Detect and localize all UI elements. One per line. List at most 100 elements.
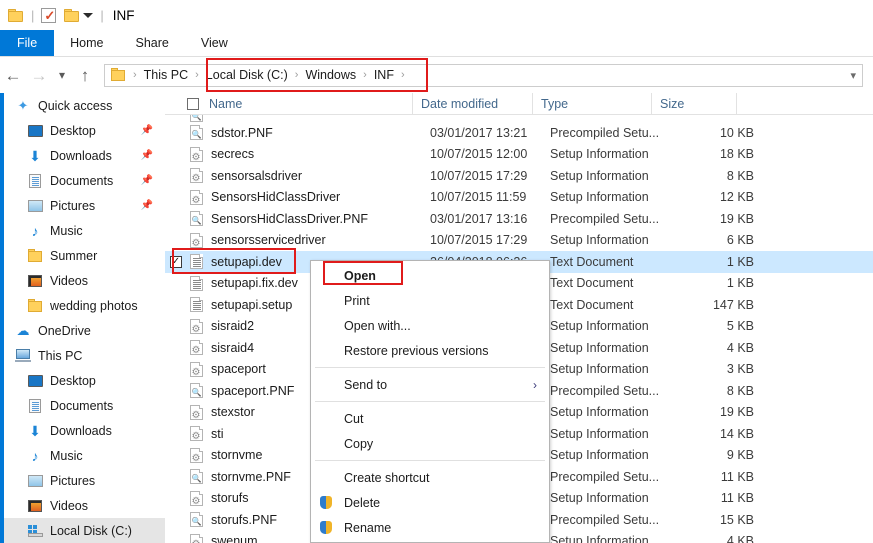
pnf-file-icon [187, 115, 205, 122]
recent-locations-icon[interactable]: ▾ [52, 69, 72, 81]
file-size: 9 KB [669, 448, 754, 462]
sidebar-item-desktop[interactable]: Desktop📌 [4, 118, 165, 143]
file-size: 5 KB [669, 319, 754, 333]
pin-icon[interactable]: 📌 [141, 175, 153, 186]
pin-icon[interactable]: 📌 [141, 125, 153, 136]
breadcrumb-local-disk[interactable]: Local Disk (C:) [204, 68, 290, 82]
properties-icon[interactable]: ✓ [41, 8, 56, 23]
menu-item-open-with[interactable]: Open with... [311, 313, 549, 338]
chevron-down-icon[interactable]: ▾ [850, 69, 856, 82]
documents-icon [26, 174, 44, 188]
menu-item-label: Open [344, 269, 376, 283]
column-header-name[interactable]: Name [165, 93, 412, 115]
new-folder-icon[interactable] [64, 9, 80, 22]
sidebar-item-label: wedding photos [50, 299, 165, 313]
context-menu: Open Print Open with...Restore previous ve… [310, 260, 550, 543]
table-row[interactable]: sensorsservicedriver10/07/2015 17:29Setu… [165, 230, 873, 252]
inf-file-icon [187, 448, 205, 463]
row-checkbox[interactable]: ✓ [170, 256, 182, 268]
row-checkbox-wrap: ✓ [165, 256, 187, 268]
menu-item-label: Rename [344, 521, 391, 535]
file-type: Text Document [550, 298, 669, 312]
select-all-checkbox[interactable] [187, 98, 199, 110]
this-pc-icon [14, 349, 32, 362]
breadcrumb-inf[interactable]: INF [372, 68, 396, 82]
crumb-separator: › [358, 69, 372, 81]
sidebar-item-music[interactable]: ♪Music [4, 443, 165, 468]
table-row[interactable]: SensorsHidClassDriver10/07/2015 11:59Set… [165, 187, 873, 209]
folder-icon [26, 250, 44, 262]
sidebar-item-label: Summer [50, 249, 165, 263]
sidebar-item-label: Quick access [38, 99, 165, 113]
file-name: sensorsservicedriver [205, 233, 430, 247]
breadcrumb-windows[interactable]: Windows [303, 68, 358, 82]
table-row[interactable] [165, 115, 873, 122]
sidebar-item-this-pc[interactable]: This PC [4, 343, 165, 368]
menu-item-restore-previous-versions[interactable]: Restore previous versions [311, 338, 549, 363]
folder-icon [26, 300, 44, 312]
file-type: Precompiled Setu... [550, 470, 669, 484]
sidebar-item-downloads[interactable]: ⬇Downloads [4, 418, 165, 443]
up-arrow-icon[interactable]: ↑ [72, 67, 98, 84]
address-bar: ← → ▾ ↑ › This PC › Local Disk (C:) › Wi… [0, 57, 873, 93]
menu-item-cut[interactable]: Cut [311, 406, 549, 431]
sidebar-item-downloads[interactable]: ⬇Downloads📌 [4, 143, 165, 168]
txt-file-icon [187, 297, 205, 312]
customize-dropdown-icon[interactable] [83, 13, 93, 18]
sidebar-item-local-disk-c[interactable]: Local Disk (C:) [4, 518, 165, 543]
tab-share[interactable]: Share [120, 30, 185, 56]
tab-home[interactable]: Home [54, 30, 119, 56]
sidebar-item-label: Documents [50, 174, 141, 188]
file-type: Precompiled Setu... [550, 126, 669, 140]
sidebar-item-documents[interactable]: Documents📌 [4, 168, 165, 193]
txt-file-icon [187, 254, 205, 269]
title-divider: | [100, 9, 103, 22]
table-row[interactable]: SensorsHidClassDriver.PNF03/01/2017 13:1… [165, 208, 873, 230]
inf-file-icon [187, 340, 205, 355]
sidebar-item-label: Desktop [50, 124, 141, 138]
back-arrow-icon[interactable]: ← [0, 67, 26, 84]
menu-item-open[interactable]: Open [311, 263, 549, 288]
menu-item-print[interactable]: Print [311, 288, 549, 313]
sidebar-item-music[interactable]: ♪Music [4, 218, 165, 243]
table-row[interactable]: secrecs10/07/2015 12:00Setup Information… [165, 144, 873, 166]
breadcrumb-this-pc[interactable]: This PC [142, 68, 190, 82]
crumb-separator: › [190, 69, 204, 81]
menu-item-create-shortcut[interactable]: Create shortcut [311, 465, 549, 490]
sidebar-item-onedrive[interactable]: ☁OneDrive [4, 318, 165, 343]
column-header-date-modified[interactable]: Date modified [412, 93, 532, 115]
pin-icon[interactable]: 📌 [141, 150, 153, 161]
sidebar-item-pictures[interactable]: Pictures [4, 468, 165, 493]
menu-item-copy[interactable]: Copy [311, 431, 549, 456]
sidebar-item-desktop[interactable]: Desktop [4, 368, 165, 393]
sidebar-item-pictures[interactable]: Pictures📌 [4, 193, 165, 218]
navigation-pane: ✦Quick accessDesktop📌⬇Downloads📌Document… [4, 93, 165, 543]
tab-view[interactable]: View [185, 30, 244, 56]
file-date-modified: 10/07/2015 12:00 [430, 147, 550, 161]
txt-file-icon [187, 276, 205, 291]
breadcrumb[interactable]: › This PC › Local Disk (C:) › Windows › … [104, 64, 863, 87]
tab-file[interactable]: File [0, 30, 54, 56]
forward-arrow-icon[interactable]: → [26, 67, 52, 84]
menu-item-rename[interactable]: Rename [311, 515, 549, 540]
table-row[interactable]: sdstor.PNF03/01/2017 13:21Precompiled Se… [165, 122, 873, 144]
file-type: Setup Information [550, 169, 669, 183]
folder-icon[interactable] [8, 9, 24, 22]
column-header-size[interactable]: Size [651, 93, 736, 115]
sidebar-item-videos[interactable]: Videos [4, 268, 165, 293]
column-header-type[interactable]: Type [532, 93, 651, 115]
sidebar-item-label: Videos [50, 274, 165, 288]
sidebar-item-summer[interactable]: Summer [4, 243, 165, 268]
sidebar-item-documents[interactable]: Documents [4, 393, 165, 418]
table-row[interactable]: sensorsalsdriver10/07/2015 17:29Setup In… [165, 165, 873, 187]
sidebar-item-quick-access[interactable]: ✦Quick access [4, 93, 165, 118]
onedrive-icon: ☁ [14, 323, 32, 339]
menu-item-send-to[interactable]: Send to› [311, 372, 549, 397]
sidebar-item-videos[interactable]: Videos [4, 493, 165, 518]
sidebar-item-wedding-photos[interactable]: wedding photos [4, 293, 165, 318]
menu-item-delete[interactable]: Delete [311, 490, 549, 515]
pnf-file-icon [187, 469, 205, 484]
menu-item-label: Print [344, 294, 370, 308]
pin-icon[interactable]: 📌 [141, 200, 153, 211]
column-header-name-label: Name [209, 97, 242, 111]
